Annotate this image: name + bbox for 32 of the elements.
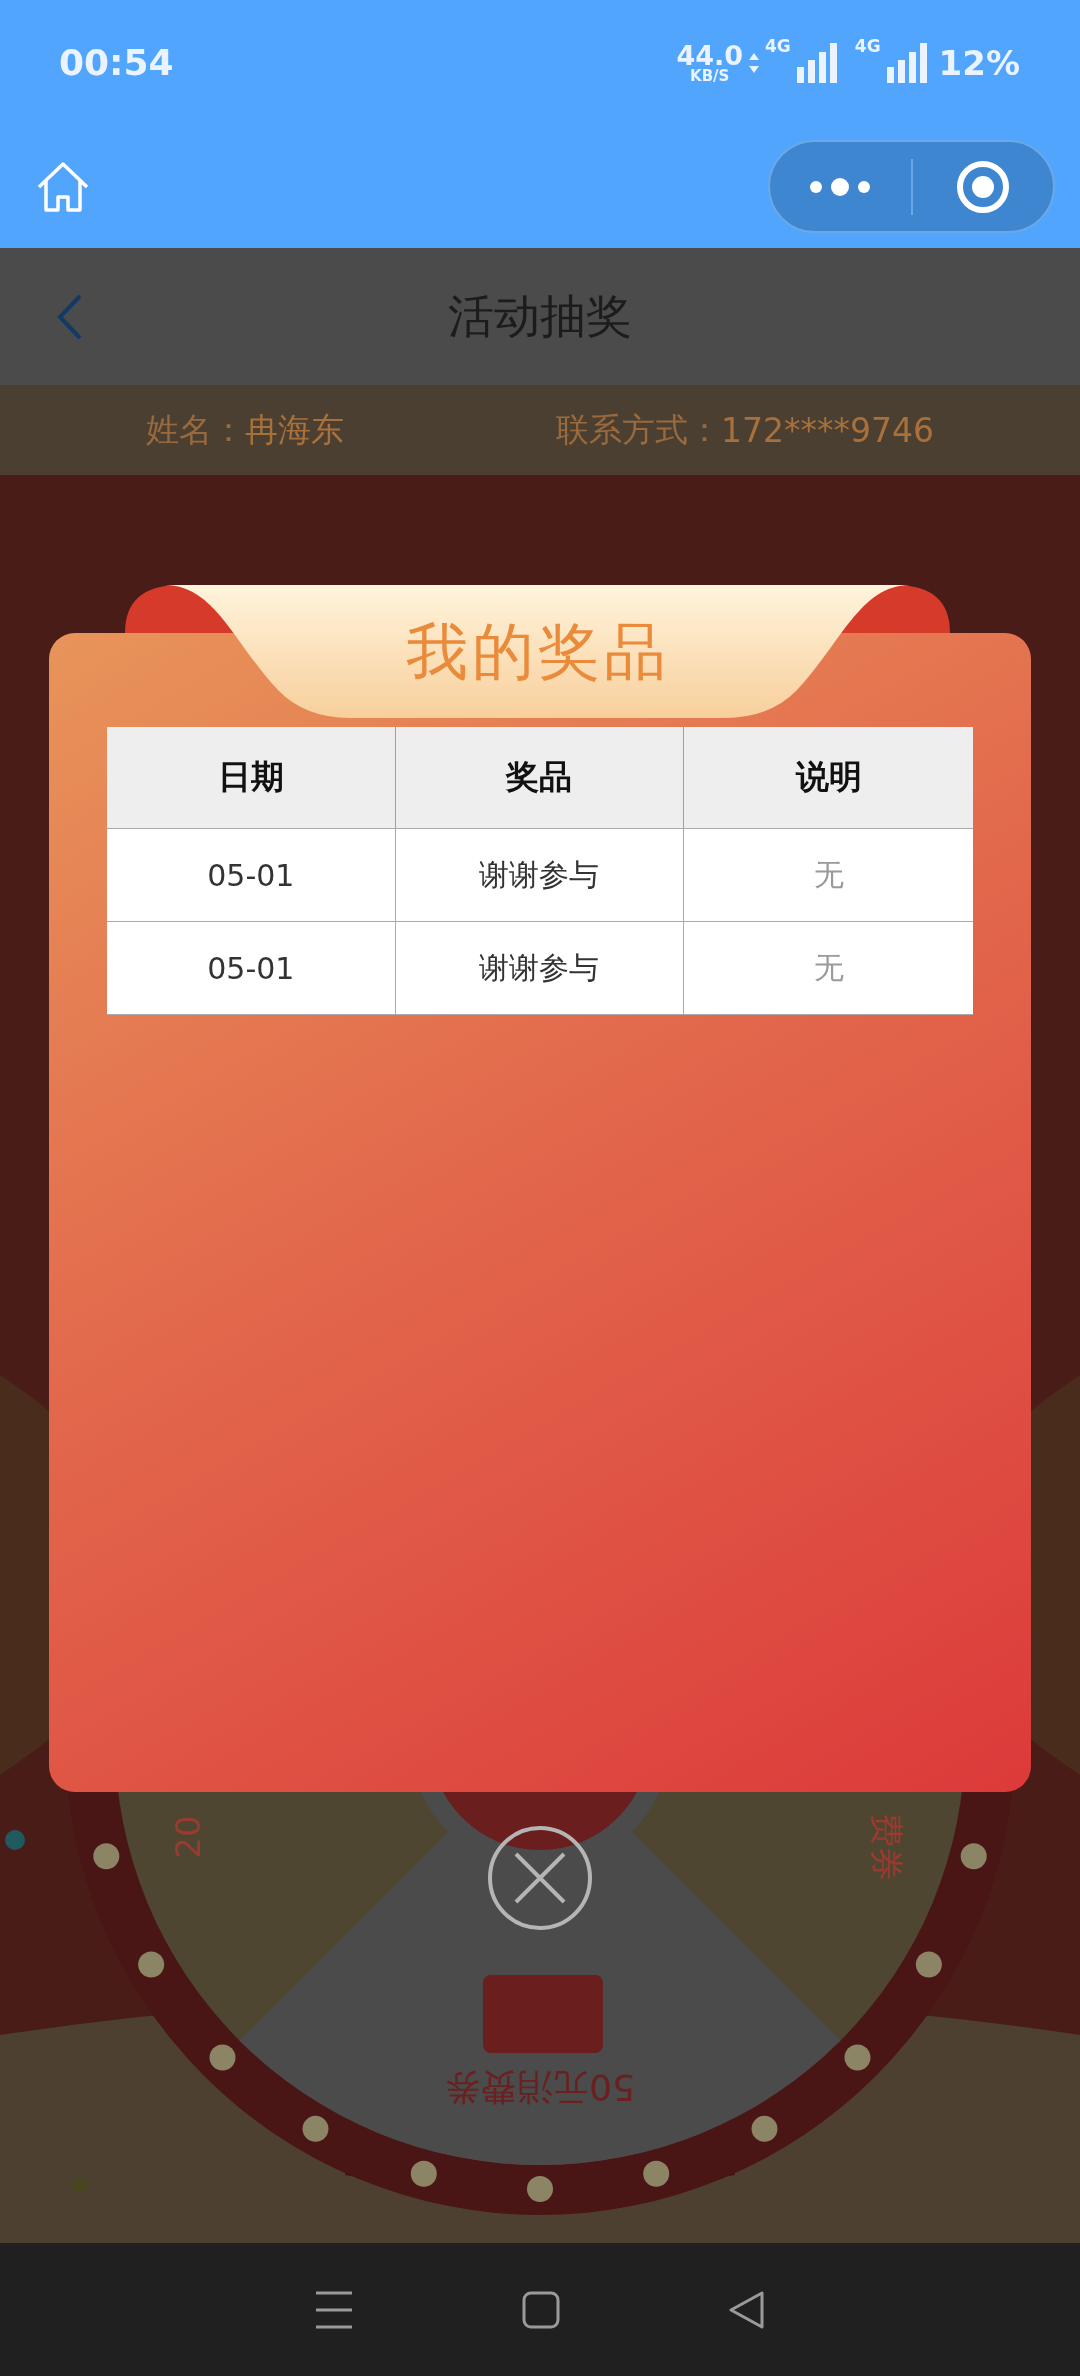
table-cell: 无 (684, 922, 973, 1015)
column-header: 说明 (684, 727, 973, 829)
column-header: 奖品 (395, 727, 685, 829)
dialog-title: 我的奖品 (405, 613, 670, 690)
back-triangle-icon[interactable] (728, 2290, 766, 2329)
name-value: 冉海东 (245, 408, 344, 451)
prize-label: 费券 (867, 1813, 907, 1881)
battery-level: 12% (938, 42, 1020, 83)
network-type: 4G (765, 35, 791, 56)
table-cell: 谢谢参与 (395, 829, 685, 922)
home-icon[interactable] (36, 160, 90, 213)
close-button[interactable] (488, 1826, 592, 1930)
prize-label: 20 (168, 1815, 208, 1859)
column-header: 日期 (107, 727, 396, 829)
menu-icon[interactable] (314, 2290, 354, 2329)
table-cell: 无 (684, 829, 973, 922)
signal-icon (796, 42, 839, 83)
network-type: 4G (854, 35, 881, 56)
more-dots-icon (809, 177, 872, 196)
network-speed: 44.0 (676, 41, 743, 69)
close-icon (512, 1850, 568, 1906)
signal-icon (886, 42, 929, 83)
contact-label: 联系方式： (556, 408, 721, 451)
table-cell: 05-01 (107, 829, 396, 922)
table-cell: 谢谢参与 (395, 922, 685, 1015)
contact-value: 172****9746 (721, 410, 934, 450)
network-speed-unit: KB/S (690, 68, 730, 84)
table-cell: 05-01 (107, 922, 396, 1015)
status-time: 00:54 (59, 42, 174, 83)
target-icon (955, 159, 1010, 214)
home-square-icon[interactable] (522, 2290, 560, 2329)
name-label: 姓名： (146, 408, 245, 451)
